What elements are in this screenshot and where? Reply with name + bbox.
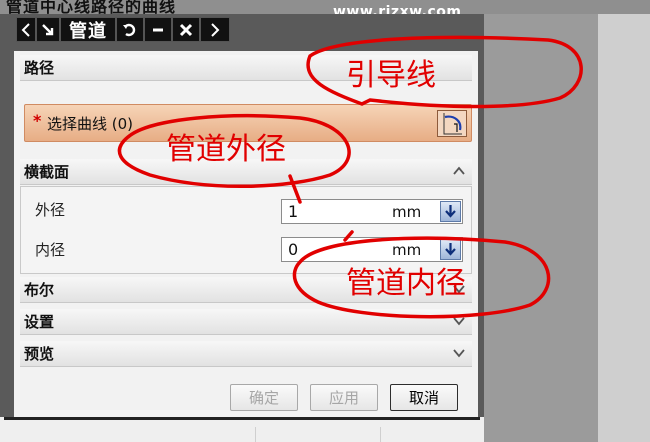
annotation-outer-diameter: 管道外径 xyxy=(166,132,286,167)
annotation-inner-diameter: 管道内径 xyxy=(346,266,466,301)
annotation-guide-line: 引导线 xyxy=(346,58,436,93)
annotation-layer xyxy=(117,35,583,319)
